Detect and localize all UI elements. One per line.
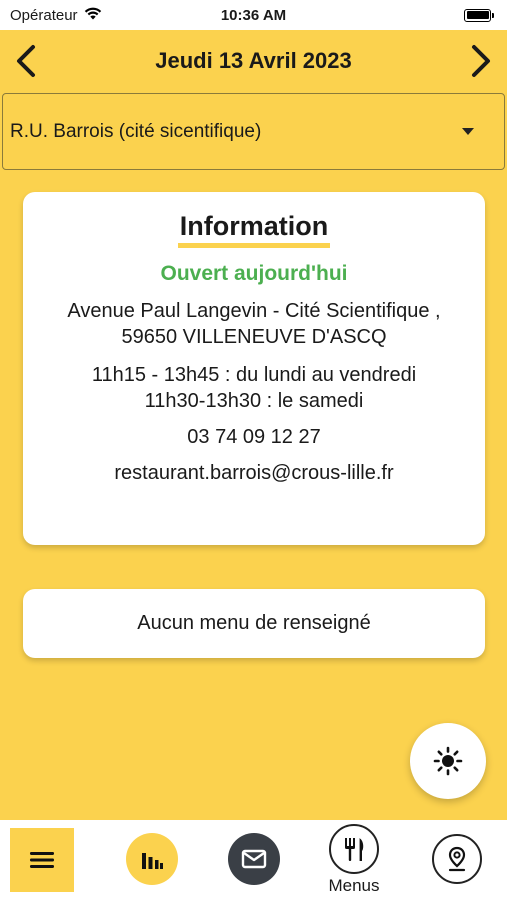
- wifi-icon: [84, 6, 102, 24]
- date-title: Jeudi 13 Avril 2023: [155, 48, 352, 73]
- date-header: Jeudi 13 Avril 2023: [0, 30, 507, 92]
- nav-stats-button[interactable]: [126, 833, 178, 885]
- battery-icon: [464, 8, 494, 22]
- hamburger-menu-icon: [30, 852, 54, 868]
- fork-knife-icon: [329, 824, 379, 874]
- restaurant-select-value: R.U. Barrois (cité sicentifique): [10, 120, 262, 142]
- status-time: 10:36 AM: [220, 6, 287, 24]
- email-address[interactable]: restaurant.barrois@crous-lille.fr: [23, 460, 485, 486]
- phone-number[interactable]: 03 74 09 12 27: [23, 424, 485, 450]
- chevron-right-icon: [472, 45, 490, 77]
- address: Avenue Paul Langevin - Cité Scientifique…: [67, 300, 441, 348]
- map-pin-icon: [432, 834, 482, 884]
- nav-map-button[interactable]: [431, 833, 483, 885]
- chevron-left-icon: [17, 45, 35, 77]
- next-day-button[interactable]: [465, 41, 497, 81]
- info-title: Information: [177, 210, 331, 248]
- hours-weekday: 11h15 - 13h45 : du lundi au vendredi: [91, 364, 417, 386]
- sun-icon: [433, 746, 463, 776]
- status-bar: Opérateur 10:36 AM: [0, 0, 507, 30]
- status-left: Opérateur: [10, 6, 102, 24]
- opening-hours: 11h15 - 13h45 : du lundi au vendredi 11h…: [23, 362, 485, 414]
- restaurant-select[interactable]: R.U. Barrois (cité sicentifique): [2, 93, 505, 170]
- previous-day-button[interactable]: [10, 41, 42, 81]
- menu-status-text: Aucun menu de renseigné: [137, 612, 371, 634]
- hours-saturday: 11h30-13h30 : le samedi: [144, 390, 364, 412]
- carrier-label: Opérateur: [10, 6, 78, 24]
- info-card: Information Ouvert aujourd'hui Avenue Pa…: [23, 192, 485, 545]
- caret-down-icon: [462, 128, 474, 135]
- mail-icon: [241, 849, 267, 869]
- open-status: Ouvert aujourd'hui: [160, 262, 348, 285]
- menu-status-card: Aucun menu de renseigné: [23, 589, 485, 658]
- nav-drawer-button[interactable]: [10, 828, 74, 892]
- nav-menus-button[interactable]: Menus: [322, 824, 386, 900]
- nav-menus-label: Menus: [328, 876, 380, 895]
- bar-chart-icon: [142, 853, 163, 869]
- nav-mail-button[interactable]: [228, 833, 280, 885]
- theme-toggle-button[interactable]: [410, 723, 486, 799]
- bottom-nav: Menus: [0, 820, 507, 900]
